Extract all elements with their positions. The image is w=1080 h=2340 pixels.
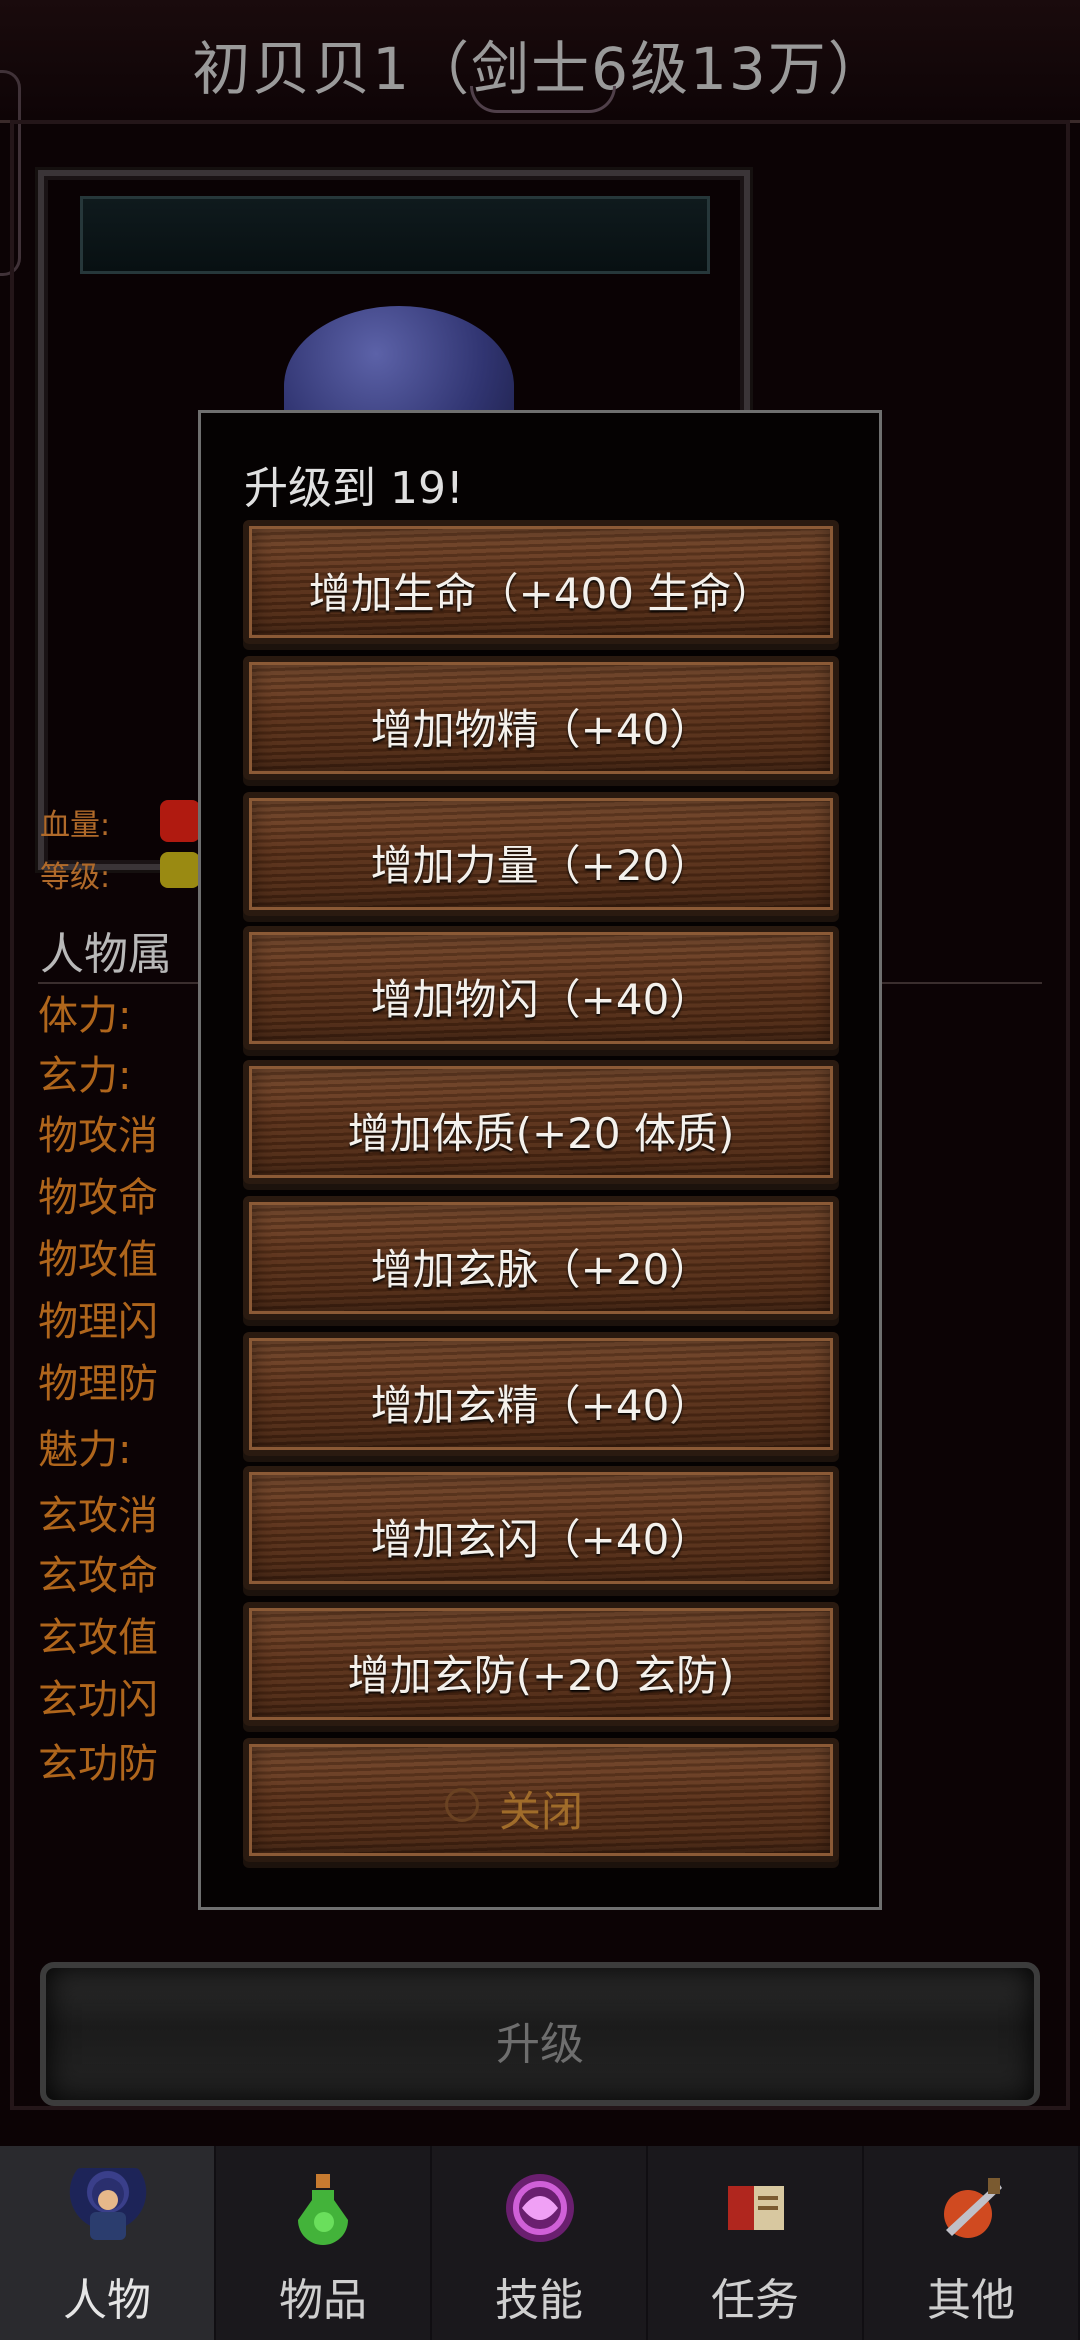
option-label: 增加物精（+40） <box>370 705 712 754</box>
app-screen: 初贝贝1（剑士6级13万） 血量: 等级: 人物属 体力: 玄力: 物攻消 物攻… <box>0 0 1080 2340</box>
option-label: 增加玄精（+40） <box>370 1381 712 1430</box>
option-button[interactable]: 增加生命（+400 生命） <box>243 520 839 644</box>
option-button[interactable]: 增加玄防(+20 玄防) <box>243 1602 839 1726</box>
option-button[interactable]: 增加玄闪（+40） <box>243 1466 839 1590</box>
option-label: 增加物闪（+40） <box>370 975 712 1024</box>
modal-overlay: 升级到 19! 增加生命（+400 生命） 增加物精（+40） 增加力量（+20… <box>0 0 1080 2340</box>
option-label: 增加玄闪（+40） <box>370 1515 712 1564</box>
dialog-title: 升级到 19! <box>244 463 464 514</box>
option-button[interactable]: 增加物闪（+40） <box>243 926 839 1050</box>
option-button[interactable]: 增加物精（+40） <box>243 656 839 780</box>
close-label: 关闭 <box>498 1787 583 1836</box>
option-label: 增加力量（+20） <box>370 841 712 890</box>
option-button[interactable]: 增加力量（+20） <box>243 792 839 916</box>
option-button[interactable]: 增加玄脉（+20） <box>243 1196 839 1320</box>
option-label: 增加玄防(+20 玄防) <box>347 1651 735 1700</box>
option-button[interactable]: 增加玄精（+40） <box>243 1332 839 1456</box>
option-label: 增加玄脉（+20） <box>370 1245 712 1294</box>
close-button[interactable]: 关闭 <box>243 1738 839 1862</box>
option-button[interactable]: 增加体质(+20 体质) <box>243 1060 839 1184</box>
option-label: 增加体质(+20 体质) <box>347 1109 735 1158</box>
option-label: 增加生命（+400 生命） <box>308 569 774 618</box>
